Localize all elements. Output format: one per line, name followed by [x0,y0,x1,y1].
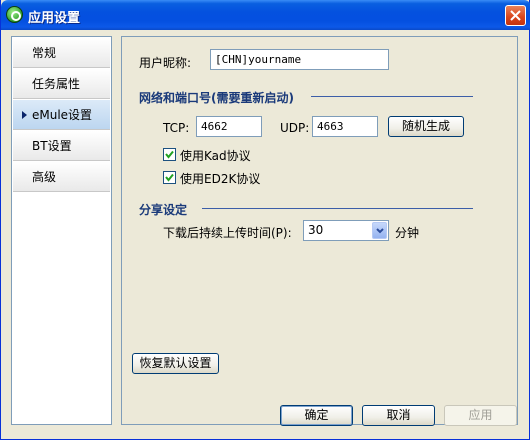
window-title: 应用设置 [28,11,81,26]
tcp-label: TCP: [163,121,190,135]
udp-port-input[interactable]: 4663 [312,116,378,137]
sidebar-item-bt[interactable]: BT设置 [13,131,110,161]
sidebar-item-task-properties[interactable]: 任务属性 [13,69,110,99]
apply-button[interactable]: 应用 [444,405,517,426]
sidebar-item-label: eMule设置 [32,108,93,122]
checkmark-icon [165,150,174,159]
checkmark-icon [165,173,174,182]
section-divider [202,208,473,209]
ok-button[interactable]: 确定 [280,405,353,426]
random-generate-button[interactable]: 随机生成 [388,116,464,137]
upload-time-value: 30 [308,223,324,237]
udp-label: UDP: [280,121,310,135]
app-icon [6,6,23,23]
close-button[interactable] [505,5,526,26]
section-divider [311,96,473,97]
sidebar-item-label: 常规 [32,46,57,60]
emule-settings-panel: 用户昵称: [CHN]yourname 网络和端口号(需要重新启动) TCP: … [121,36,518,425]
sidebar-item-general[interactable]: 常规 [13,38,110,68]
nickname-label: 用户昵称: [139,56,192,70]
share-section-title: 分享设定 [139,203,188,217]
nickname-input[interactable]: [CHN]yourname [210,49,389,70]
sidebar-item-label: 任务属性 [32,77,81,91]
sidebar-item-emule[interactable]: eMule设置 [13,100,110,130]
network-section-title: 网络和端口号(需要重新启动) [139,91,294,105]
sidebar-item-advanced[interactable]: 高级 [13,162,110,192]
close-icon [510,10,521,21]
selected-arrow-icon [22,111,27,119]
chevron-down-icon [376,228,384,234]
kad-checkbox[interactable] [163,148,176,161]
cancel-button[interactable]: 取消 [362,405,435,426]
dropdown-button[interactable] [372,222,387,239]
settings-dialog: 应用设置 常规 任务属性 eMule设置 BT设置 高级 用户昵称: [CHN]… [0,0,530,440]
restore-defaults-button[interactable]: 恢复默认设置 [132,353,219,374]
title-bar[interactable]: 应用设置 [1,0,530,30]
upload-time-select[interactable]: 30 [303,220,389,241]
upload-time-unit: 分钟 [395,226,420,240]
sidebar-item-label: 高级 [32,170,57,184]
tcp-port-input[interactable]: 4662 [196,116,262,137]
ed2k-label: 使用ED2K协议 [180,172,261,186]
ed2k-checkbox[interactable] [163,171,176,184]
kad-label: 使用Kad协议 [180,149,251,163]
settings-sidebar: 常规 任务属性 eMule设置 BT设置 高级 [11,36,112,425]
sidebar-item-label: BT设置 [32,139,72,153]
upload-time-label: 下载后持续上传时间(P): [163,226,292,240]
